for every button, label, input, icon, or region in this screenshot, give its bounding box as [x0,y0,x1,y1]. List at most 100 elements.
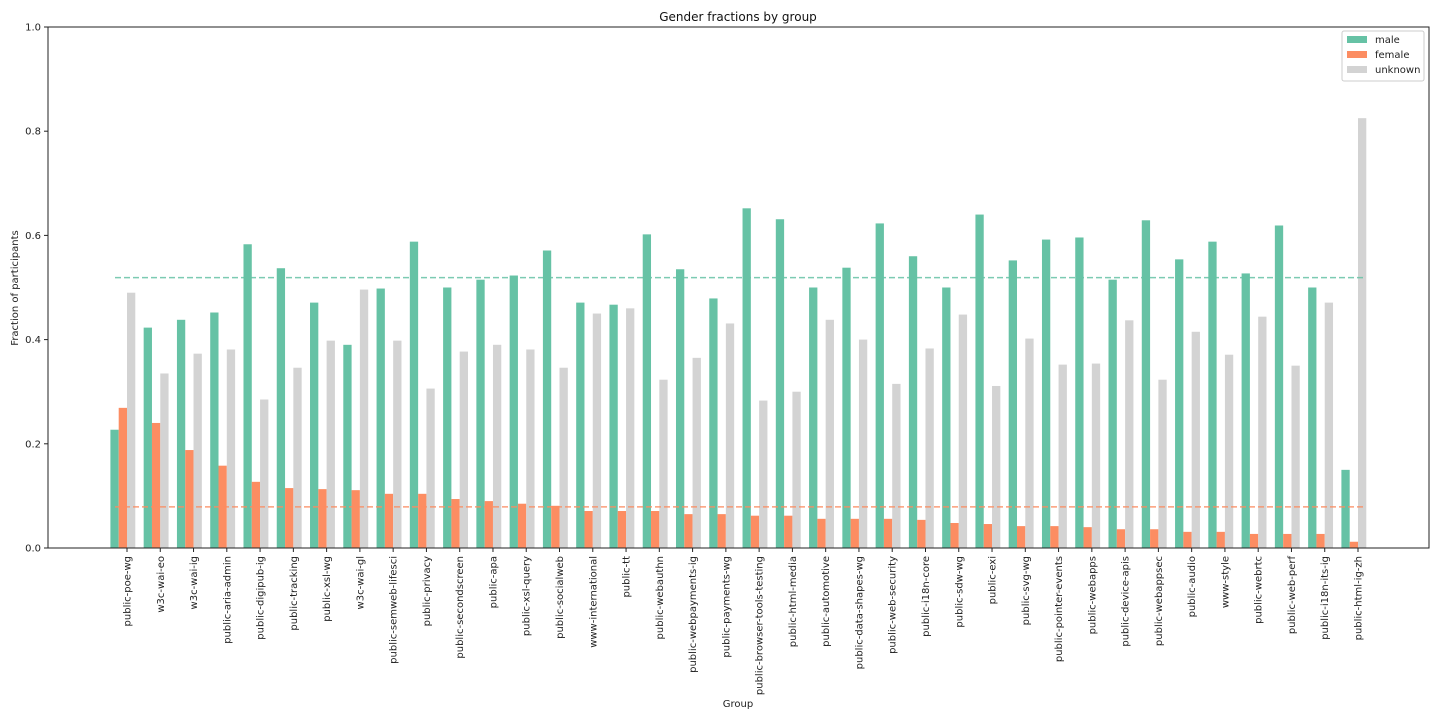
x-tick-label: public-i18n-its-ig [1320,556,1331,640]
bar-female-public-webpayments-ig [684,514,693,548]
bar-unknown-public-socialweb [559,367,568,548]
x-tick-label: public-webauthn [655,556,666,639]
bar-female-public-semweb-lifesci [384,493,394,548]
bar-unknown-public-aria-admin [226,349,236,548]
x-tick-label: public-xsl-wg [322,556,333,622]
bar-male-public-audio [1175,259,1184,548]
y-tick-label: 0.6 [25,231,41,242]
bar-female-public-svg-wg [1017,526,1026,548]
bar-unknown-public-webrtc [1258,316,1267,548]
bar-male-public-html-media [775,219,785,548]
bar-unknown-public-html-ig-zh [1358,118,1367,549]
chart-title: Gender fractions by group [659,10,817,24]
bar-unknown-public-webapps [1091,363,1101,548]
bar-male-public-pointer-events [1041,239,1051,548]
bar-female-public-tracking [285,488,294,548]
bar-male-public-webauthn [642,234,652,549]
bar-male-public-socialweb [542,250,552,548]
legend-swatch-female [1347,51,1367,58]
x-tick-label: public-apa [488,556,499,608]
legend-label-unknown: unknown [1375,65,1420,76]
x-tick-label: public-webrtc [1254,556,1265,624]
bar-unknown-public-semweb-lifesci [393,340,402,548]
bar-unknown-public-secondscreen [459,351,468,548]
bar-female-public-pointer-events [1050,526,1059,548]
legend: male female unknown [1341,30,1425,82]
bar-male-public-aria-admin [210,312,219,548]
bar-unknown-public-apa [492,344,502,548]
bar-female-www-style [1216,531,1225,548]
legend-label-female: female [1375,50,1409,61]
bar-male-public-tracking [276,268,286,548]
bar-male-public-semweb-lifesci [376,288,385,548]
x-tick-label: public-tt [622,556,633,598]
y-tick-label: 0.0 [25,544,41,555]
bar-unknown-public-data-shapes-wg [858,339,868,548]
bar-male-w3c-wai-ig [176,319,186,548]
bar-unknown-public-exi [992,385,1001,548]
legend-swatch-male [1347,36,1367,43]
bar-male-public-web-perf [1274,225,1284,548]
x-tick-label: public-web-perf [1287,556,1298,635]
legend-swatch-unknown [1347,66,1367,73]
bar-female-public-sdw-wg [950,522,959,548]
bar-female-public-webappsec [1150,529,1159,548]
bar-male-public-poe-wg [110,429,119,548]
x-tick-label: w3c-wai-gl [355,556,366,609]
bar-unknown-public-audio [1191,331,1200,548]
bar-unknown-public-tt [626,308,635,548]
x-tick-label: public-sdw-wg [954,556,965,628]
bar-chart: Gender fractions by group 0.00.20.40.60.… [10,10,1430,710]
x-tick-label: public-html-ig-zh [1354,556,1365,640]
x-tick-label: public-pointer-events [1054,556,1065,662]
x-tick-label: public-automotive [821,556,832,647]
x-tick-label: public-xsl-query [522,556,533,636]
bar-unknown-w3c-wai-ig [193,353,202,548]
bar-male-public-browser-tools-testing [742,208,751,548]
x-axis-label: Group [723,699,753,710]
bar-unknown-public-automotive [825,319,834,548]
bar-female-public-tt [617,511,627,548]
x-tick-label: public-privacy [422,556,433,626]
x-axis: public-poe-wg w3c-wai-eo w3c-wai-ig public-… [123,548,1365,695]
x-tick-label: w3c-wai-ig [189,556,200,609]
bar-male-public-digipub-ig [243,244,252,548]
x-tick-label: w3c-wai-eo [156,556,167,613]
bar-female-public-webauthn [651,511,660,548]
bar-unknown-public-xsl-query [526,349,535,548]
x-tick-label: public-svg-wg [1021,556,1032,625]
bar-unknown-public-svg-wg [1025,338,1034,548]
bar-female-public-apa [484,501,493,548]
bar-female-public-webapps [1083,527,1092,548]
bar-male-public-automotive [809,287,818,548]
bar-male-public-secondscreen [443,287,452,548]
x-tick-label: public-audio [1187,556,1198,617]
bar-female-public-device-apis [1116,529,1126,548]
bar-unknown-public-sdw-wg [958,314,968,548]
x-tick-label: public-socialweb [555,556,566,639]
bar-unknown-public-privacy [426,388,435,548]
bar-female-public-xsl-query [517,503,527,548]
x-tick-label: public-digipub-ig [256,556,267,640]
bar-female-public-audio [1183,531,1192,548]
bar-male-public-i18n-core [908,256,918,548]
y-tick-label: 0.8 [25,127,41,138]
bar-unknown-public-browser-tools-testing [759,400,768,548]
bar-female-w3c-wai-eo [151,422,161,548]
bar-unknown-public-i18n-core [925,348,934,548]
x-tick-label: public-tracking [289,556,300,631]
bar-female-public-i18n-core [917,519,926,548]
bar-male-public-webapps [1075,237,1084,549]
bar-unknown-public-web-perf [1291,365,1300,548]
y-tick-label: 1.0 [25,23,41,34]
bar-female-public-web-perf [1283,533,1292,548]
bar-unknown-w3c-wai-eo [160,373,169,548]
bar-female-public-socialweb [551,505,560,548]
legend-label-male: male [1375,35,1400,46]
bar-female-public-web-security [883,518,893,548]
bar-unknown-public-html-media [792,391,801,548]
x-tick-label: public-html-media [788,556,799,647]
bar-male-public-html-ig-zh [1341,469,1350,548]
x-tick-label: public-semweb-lifesci [389,556,400,664]
bar-female-public-xsl-wg [318,489,327,548]
